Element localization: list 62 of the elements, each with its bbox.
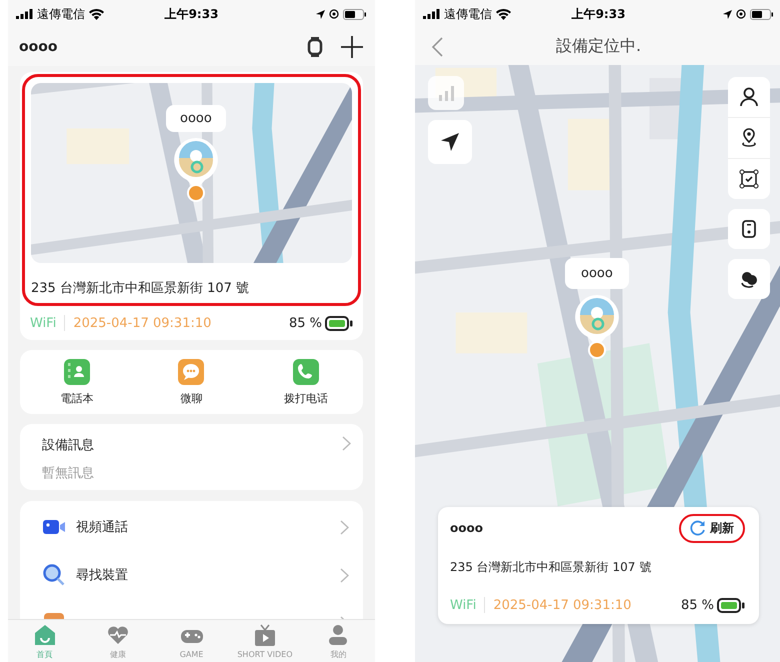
- wifi-icon: [89, 8, 104, 20]
- refresh-icon: [690, 520, 706, 536]
- update-time: 2025-04-17 09:31:10: [73, 316, 212, 330]
- chevron-right-icon: [340, 568, 349, 582]
- phone-icon: [292, 358, 319, 384]
- network-type: WiFi: [30, 316, 56, 330]
- alarm-icon: [329, 9, 340, 19]
- video-camera-icon: [43, 520, 65, 534]
- contacts-book-icon: [64, 358, 90, 384]
- phone-device-icon[interactable]: [741, 219, 757, 239]
- update-time: 2025-04-17 09:31:10: [493, 598, 632, 612]
- watch-icon[interactable]: [307, 37, 323, 57]
- location-marker-icon: [172, 136, 220, 202]
- battery-icon: [750, 8, 774, 20]
- battery-percent: 85 %: [680, 598, 714, 612]
- navigation-arrow-icon: [440, 132, 460, 152]
- battery-icon: [717, 598, 745, 612]
- checked-square-icon[interactable]: [739, 169, 759, 189]
- chat-bubble-icon: [178, 358, 204, 384]
- marker-label: oooo: [565, 258, 629, 289]
- battery-percent: 85 %: [288, 316, 322, 330]
- battery-icon: [325, 316, 353, 330]
- carrier-name: 遠傳電信: [37, 6, 85, 22]
- device-name: oooo: [19, 39, 58, 55]
- location-arrow-icon: [316, 10, 326, 18]
- signal-bars-icon: [437, 85, 455, 101]
- info-subtitle: 暫無訊息: [42, 465, 94, 482]
- location-pin-icon[interactable]: [739, 128, 759, 148]
- status-time: 上午9:33: [164, 6, 218, 22]
- signal-icon: [16, 9, 33, 19]
- device-info-card[interactable]: 設備訊息 暫無訊息: [20, 424, 363, 490]
- network-type: WiFi: [450, 598, 476, 612]
- location-arrow-icon: [723, 10, 732, 18]
- address-text: 235 台灣新北市中和區景新街 107 號: [450, 559, 652, 576]
- marker-label: oooo: [166, 105, 226, 132]
- menu-item[interactable]: 尋找裝置: [20, 551, 363, 599]
- chevron-right-icon: [342, 436, 351, 451]
- person-icon[interactable]: [739, 87, 759, 107]
- quick-action[interactable]: 拨打电话: [248, 358, 363, 406]
- carrier-name: 遠傳電信: [444, 6, 492, 22]
- chevron-right-icon: [340, 520, 349, 534]
- home-icon: [32, 622, 57, 646]
- signal-icon: [423, 9, 440, 19]
- search-icon: [43, 564, 65, 586]
- location-marker-icon: [572, 293, 621, 359]
- menu-item[interactable]: 視頻通話: [20, 503, 363, 551]
- quick-action[interactable]: 微聊: [134, 358, 249, 406]
- battery-icon: [343, 8, 368, 20]
- tv-play-icon: [252, 624, 277, 648]
- blob-icon[interactable]: [739, 269, 759, 289]
- wifi-icon: [496, 8, 511, 20]
- quick-action[interactable]: 電話本: [20, 358, 134, 406]
- back-icon[interactable]: [431, 37, 443, 57]
- address-text: 235 台灣新北市中和區景新街 107 號: [31, 280, 250, 298]
- navigation-button[interactable]: [428, 120, 472, 164]
- refresh-button[interactable]: 刷新: [679, 514, 745, 542]
- info-title: 設備訊息: [42, 437, 94, 454]
- status-time: 上午9:33: [572, 6, 626, 22]
- device-name: oooo: [450, 521, 483, 535]
- screen-title: 設備定位中.: [556, 36, 642, 57]
- add-icon[interactable]: [341, 36, 363, 58]
- alarm-icon: [736, 9, 746, 19]
